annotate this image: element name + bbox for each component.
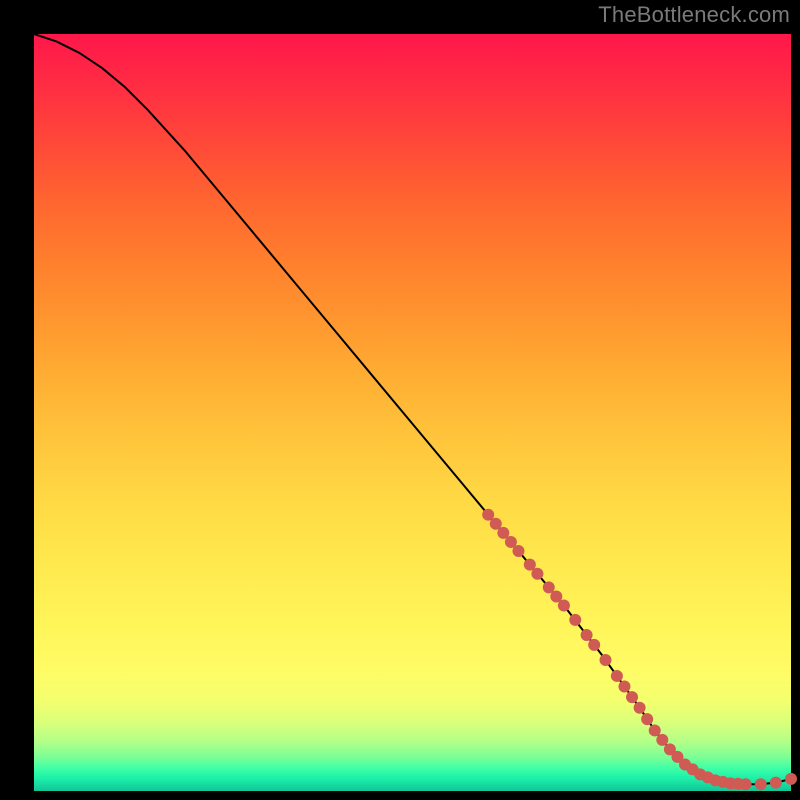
data-marker	[770, 777, 782, 789]
plot-area	[34, 34, 791, 791]
data-marker	[581, 629, 593, 641]
data-marker	[512, 545, 524, 557]
chart-stage: TheBottleneck.com	[0, 0, 800, 800]
data-marker	[634, 702, 646, 714]
curve-line	[34, 34, 791, 784]
data-marker	[558, 600, 570, 612]
data-marker	[611, 670, 623, 682]
data-marker	[600, 654, 612, 666]
chart-svg	[34, 34, 791, 791]
data-marker	[649, 724, 661, 736]
data-marker	[641, 713, 653, 725]
watermark-text: TheBottleneck.com	[598, 2, 790, 28]
data-marker	[569, 614, 581, 626]
data-marker	[740, 778, 752, 790]
data-marker	[755, 778, 767, 790]
data-marker	[618, 681, 630, 693]
data-marker	[588, 639, 600, 651]
data-marker	[656, 734, 668, 746]
data-marker	[531, 568, 543, 580]
data-marker	[626, 691, 638, 703]
data-marker	[785, 773, 797, 785]
